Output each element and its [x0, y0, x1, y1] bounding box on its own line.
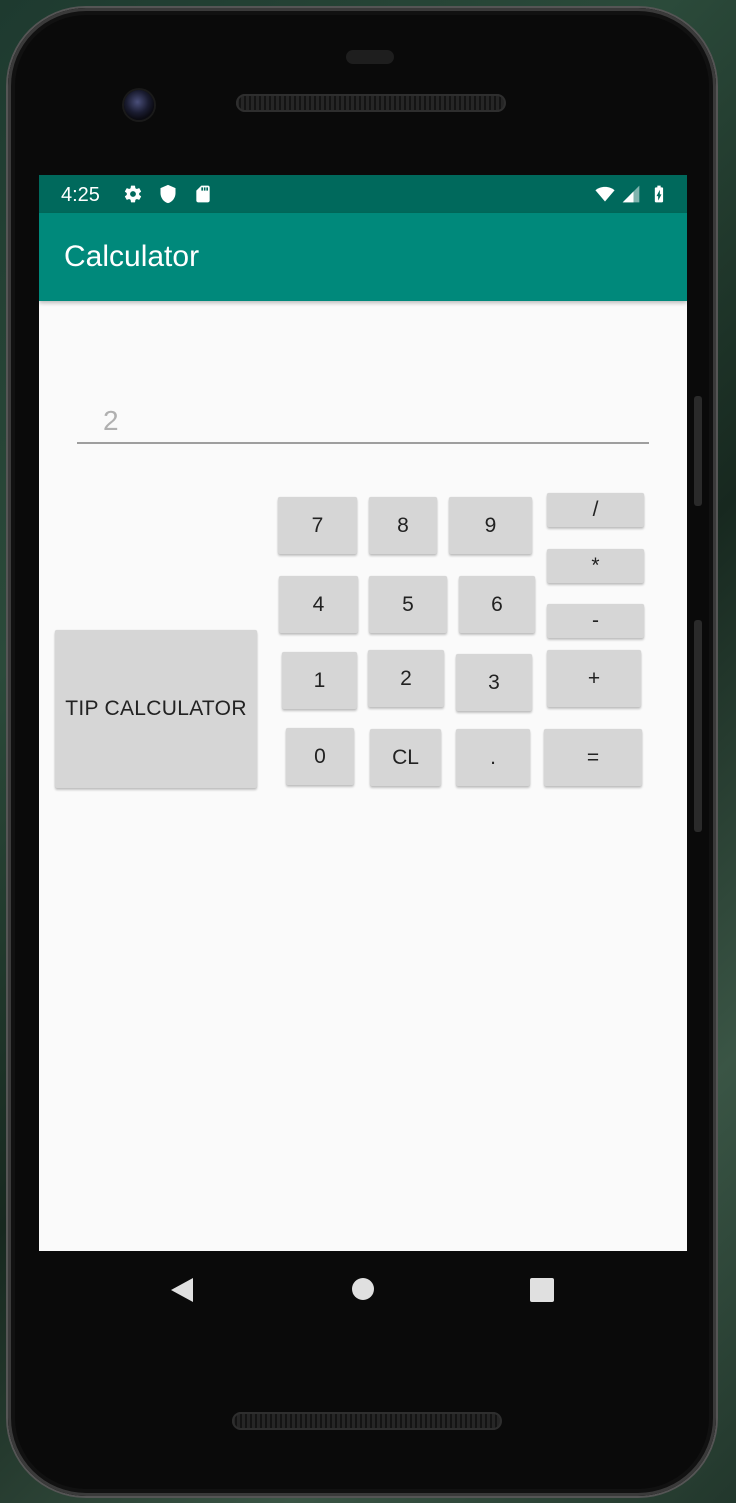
- plus-button[interactable]: +: [547, 650, 641, 707]
- decimal-button[interactable]: .: [456, 729, 530, 786]
- signal-icon: [622, 185, 640, 203]
- app-title: Calculator: [64, 240, 200, 273]
- screen: 4:25 Calculator TIP CALCULATOR: [39, 175, 687, 1251]
- navigation-bar: [39, 1251, 687, 1327]
- wifi-icon: [595, 186, 615, 202]
- digit-0-button[interactable]: 0: [286, 728, 354, 785]
- power-button: [694, 620, 702, 832]
- top-notch: [346, 50, 394, 64]
- volume-button: [694, 396, 702, 506]
- status-bar: 4:25: [39, 175, 687, 213]
- digit-5-button[interactable]: 5: [369, 576, 447, 633]
- home-icon[interactable]: [351, 1277, 375, 1301]
- digit-6-button[interactable]: 6: [459, 576, 535, 633]
- multiply-button[interactable]: *: [547, 549, 644, 583]
- gear-icon: [124, 185, 142, 203]
- recents-icon[interactable]: [529, 1277, 555, 1303]
- digit-4-button[interactable]: 4: [279, 576, 358, 633]
- display-input[interactable]: [77, 400, 649, 444]
- app-bar: Calculator: [39, 213, 687, 301]
- divide-button[interactable]: /: [547, 493, 644, 527]
- digit-8-button[interactable]: 8: [369, 497, 437, 554]
- digit-1-button[interactable]: 1: [282, 652, 357, 709]
- status-time: 4:25: [61, 184, 100, 206]
- shield-icon: [160, 184, 176, 204]
- top-speaker: [236, 94, 506, 112]
- front-camera: [124, 90, 154, 120]
- digit-9-button[interactable]: 9: [449, 497, 532, 554]
- back-icon[interactable]: [169, 1277, 195, 1303]
- tip-calculator-button[interactable]: TIP CALCULATOR: [55, 630, 257, 788]
- minus-button[interactable]: -: [547, 604, 644, 638]
- battery-icon: [654, 185, 664, 203]
- bottom-speaker: [232, 1412, 502, 1430]
- clear-button[interactable]: CL: [370, 729, 441, 786]
- digit-3-button[interactable]: 3: [456, 654, 532, 711]
- digit-2-button[interactable]: 2: [368, 650, 444, 707]
- sd-card-icon: [196, 185, 210, 203]
- equals-button[interactable]: =: [544, 729, 642, 786]
- digit-7-button[interactable]: 7: [278, 497, 357, 554]
